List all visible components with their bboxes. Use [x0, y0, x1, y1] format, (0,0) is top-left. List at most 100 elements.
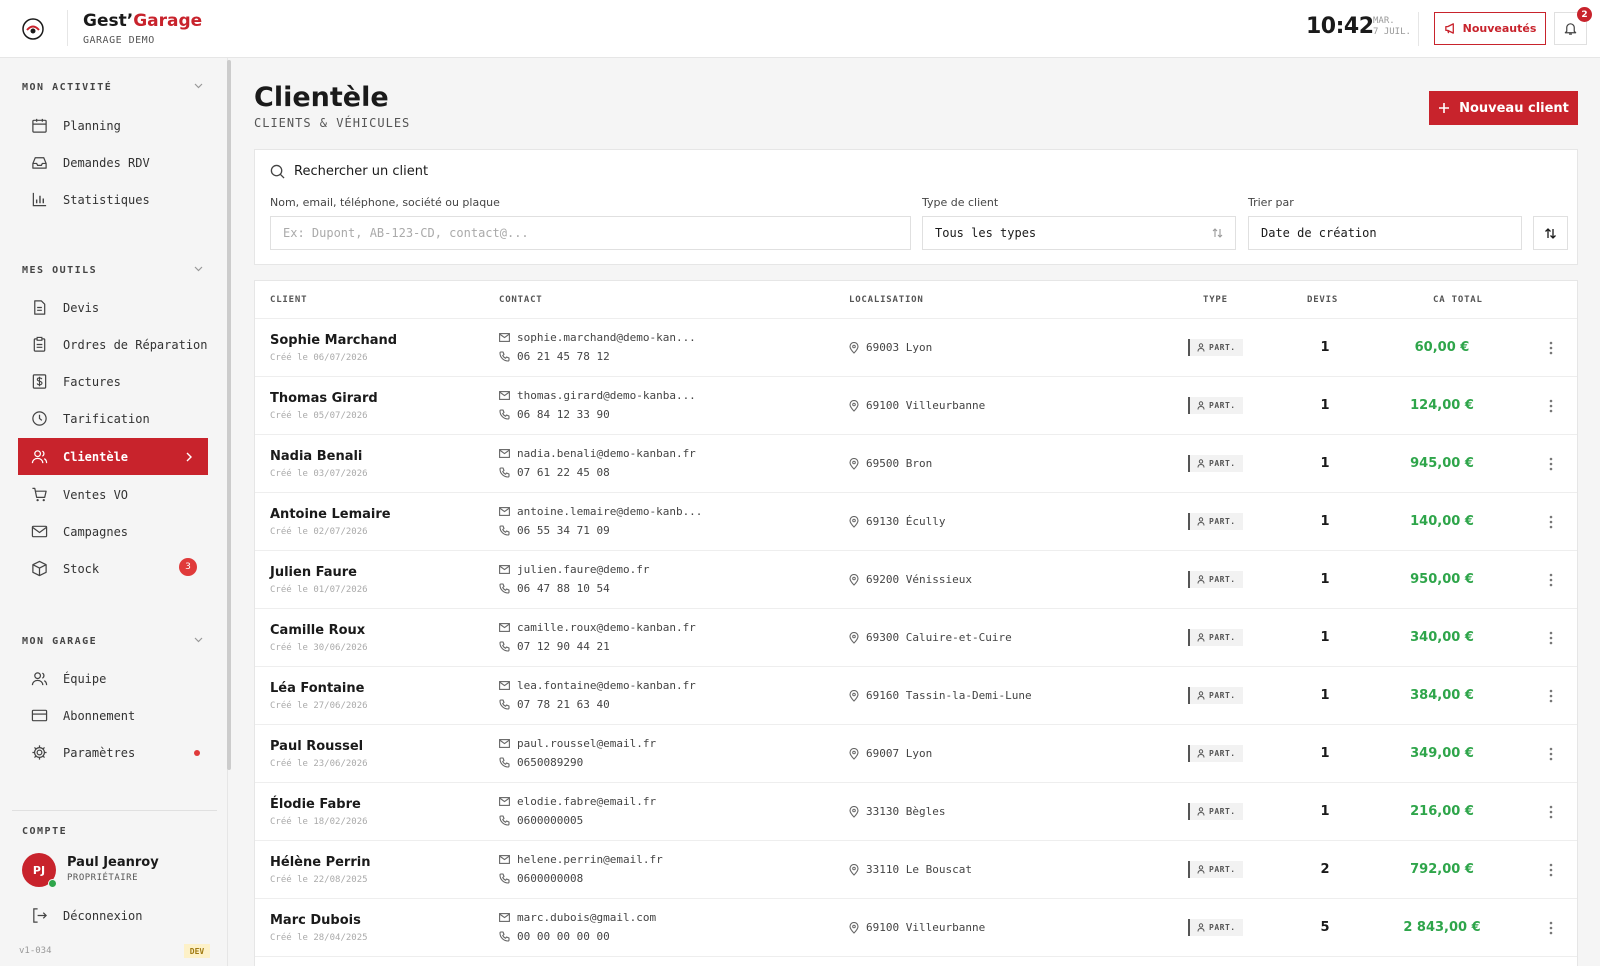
sidebar-item-label: Équipe — [63, 671, 107, 686]
row-actions-button[interactable] — [1545, 455, 1557, 473]
search-input-wrap[interactable] — [270, 216, 911, 250]
client-devis-count: 5 — [1320, 920, 1330, 935]
mail-icon — [499, 913, 510, 922]
sidebar-divider — [12, 810, 217, 811]
person-icon — [1197, 807, 1205, 816]
client-name[interactable]: Sophie Marchand — [270, 333, 397, 348]
search-input[interactable] — [283, 226, 898, 240]
app-version: v1-034 — [19, 946, 52, 956]
app-logo-icon[interactable] — [22, 18, 44, 40]
sidebar-scrollbar[interactable] — [227, 60, 231, 770]
client-type-badge: PART. — [1188, 687, 1243, 704]
map-pin-icon — [849, 631, 859, 644]
sidebar-item-planning[interactable]: Planning — [18, 107, 208, 144]
row-actions-button[interactable] — [1545, 397, 1557, 415]
sidebar-item-parametres[interactable]: Paramètres — [18, 734, 208, 771]
table-row[interactable]: Julien Faure Créé le 01/07/2026 julien.f… — [255, 551, 1577, 609]
row-actions-button[interactable] — [1545, 571, 1557, 589]
client-phone: 07 78 21 63 40 — [499, 698, 610, 711]
dollar-icon — [30, 373, 48, 391]
client-name[interactable]: Camille Roux — [270, 623, 365, 638]
sort-select[interactable]: Date de création — [1248, 216, 1522, 250]
news-button[interactable]: Nouveautés — [1434, 12, 1546, 45]
sidebar-item-demandes-rdv[interactable]: Demandes RDV — [18, 144, 208, 181]
client-name[interactable]: Élodie Fabre — [270, 797, 361, 812]
logout-icon — [30, 907, 48, 925]
phone-icon — [499, 931, 510, 942]
sidebar-item-campagnes[interactable]: Campagnes — [18, 513, 208, 550]
chevron-down-icon[interactable] — [194, 266, 203, 272]
chevron-down-icon[interactable] — [194, 83, 203, 89]
type-select[interactable]: Tous les types — [922, 216, 1236, 250]
table-row[interactable]: Léa Fontaine Créé le 27/06/2026 lea.font… — [255, 667, 1577, 725]
sidebar-item-factures[interactable]: Factures — [18, 363, 208, 400]
client-email: helene.perrin@email.fr — [499, 853, 663, 866]
sidebar-item-label: Paramètres — [63, 745, 136, 760]
row-actions-button[interactable] — [1545, 803, 1557, 821]
client-email: thomas.girard@demo-kanba... — [499, 389, 696, 402]
client-name[interactable]: Julien Faure — [270, 565, 357, 580]
new-client-button[interactable]: Nouveau client — [1429, 91, 1578, 125]
row-actions-button[interactable] — [1545, 513, 1557, 531]
row-actions-button[interactable] — [1545, 745, 1557, 763]
more-vertical-icon — [1549, 631, 1553, 645]
client-location: 69500 Bron — [849, 457, 932, 470]
client-name[interactable]: Thomas Girard — [270, 391, 378, 406]
sort-direction-button[interactable] — [1533, 216, 1568, 250]
sidebar-item-label: Ventes VO — [63, 487, 129, 502]
table-row[interactable]: Hélène Perrin Créé le 22/08/2025 helene.… — [255, 841, 1577, 899]
client-devis-count: 1 — [1320, 398, 1330, 413]
sidebar-item-abonnement[interactable]: Abonnement — [18, 697, 208, 734]
column-header-ca[interactable]: CA TOTAL — [1433, 295, 1483, 305]
column-header-location[interactable]: LOCALISATION — [849, 295, 924, 305]
row-actions-button[interactable] — [1545, 339, 1557, 357]
sort-label: Trier par — [1248, 196, 1294, 209]
client-created-date: Créé le 06/07/2026 — [270, 353, 368, 363]
column-header-type[interactable]: TYPE — [1203, 295, 1228, 305]
type-select-value: Tous les types — [935, 226, 1037, 240]
client-name[interactable]: Léa Fontaine — [270, 681, 364, 696]
sidebar-item-ordres-reparation[interactable]: Ordres de Réparation — [18, 326, 208, 363]
sidebar-item-devis[interactable]: Devis — [18, 289, 208, 326]
sidebar-item-clientele[interactable]: Clientèle — [18, 438, 208, 475]
row-actions-button[interactable] — [1545, 629, 1557, 647]
column-header-devis[interactable]: DEVIS — [1307, 295, 1338, 305]
client-created-date: Créé le 05/07/2026 — [270, 411, 368, 421]
table-row[interactable]: Thomas Girard Créé le 05/07/2026 thomas.… — [255, 377, 1577, 435]
map-pin-icon — [849, 399, 859, 412]
table-row[interactable]: Nadia Benali Créé le 03/07/2026 nadia.be… — [255, 435, 1577, 493]
table-row[interactable]: Paul Roussel Créé le 23/06/2026 paul.rou… — [255, 725, 1577, 783]
client-created-date: Créé le 03/07/2026 — [270, 469, 368, 479]
client-location: 33130 Bègles — [849, 805, 945, 818]
table-row[interactable]: Antoine Lemaire Créé le 02/07/2026 antoi… — [255, 493, 1577, 551]
row-actions-button[interactable] — [1545, 861, 1557, 879]
table-row[interactable]: Camille Roux Créé le 30/06/2026 camille.… — [255, 609, 1577, 667]
sidebar-item-tarification[interactable]: Tarification — [18, 400, 208, 437]
client-name[interactable]: Marc Dubois — [270, 913, 361, 928]
table-row[interactable]: Sophie Marchand Créé le 06/07/2026 sophi… — [255, 319, 1577, 377]
chevron-right-icon — [186, 452, 192, 462]
column-header-contact[interactable]: CONTACT — [499, 295, 543, 305]
client-devis-count: 1 — [1320, 630, 1330, 645]
notifications-button[interactable]: 2 — [1554, 7, 1592, 45]
chevron-down-icon[interactable] — [194, 637, 203, 643]
sidebar-item-equipe[interactable]: Équipe — [18, 660, 208, 697]
row-actions-button[interactable] — [1545, 919, 1557, 937]
table-row[interactable]: Élodie Fabre Créé le 18/02/2026 elodie.f… — [255, 783, 1577, 841]
sidebar-item-label: Statistiques — [63, 192, 150, 207]
sidebar-scroll-fade — [0, 776, 226, 798]
client-name[interactable]: Hélène Perrin — [270, 855, 370, 870]
section-title-account: COMPTE — [22, 826, 68, 837]
sidebar-item-statistiques[interactable]: Statistiques — [18, 181, 208, 218]
table-row[interactable]: Marc Dubois Créé le 28/04/2025 marc.dubo… — [255, 899, 1577, 957]
row-actions-button[interactable] — [1545, 687, 1557, 705]
client-name[interactable]: Antoine Lemaire — [270, 507, 391, 522]
client-email: elodie.fabre@email.fr — [499, 795, 656, 808]
logout-button[interactable]: Déconnexion — [18, 897, 208, 934]
column-header-client[interactable]: CLIENT — [270, 295, 307, 305]
client-name[interactable]: Paul Roussel — [270, 739, 363, 754]
client-name[interactable]: Nadia Benali — [270, 449, 362, 464]
sidebar-item-ventes-vo[interactable]: Ventes VO — [18, 476, 208, 513]
client-total-revenue: 349,00 € — [1410, 746, 1474, 761]
mail-icon — [499, 681, 510, 690]
